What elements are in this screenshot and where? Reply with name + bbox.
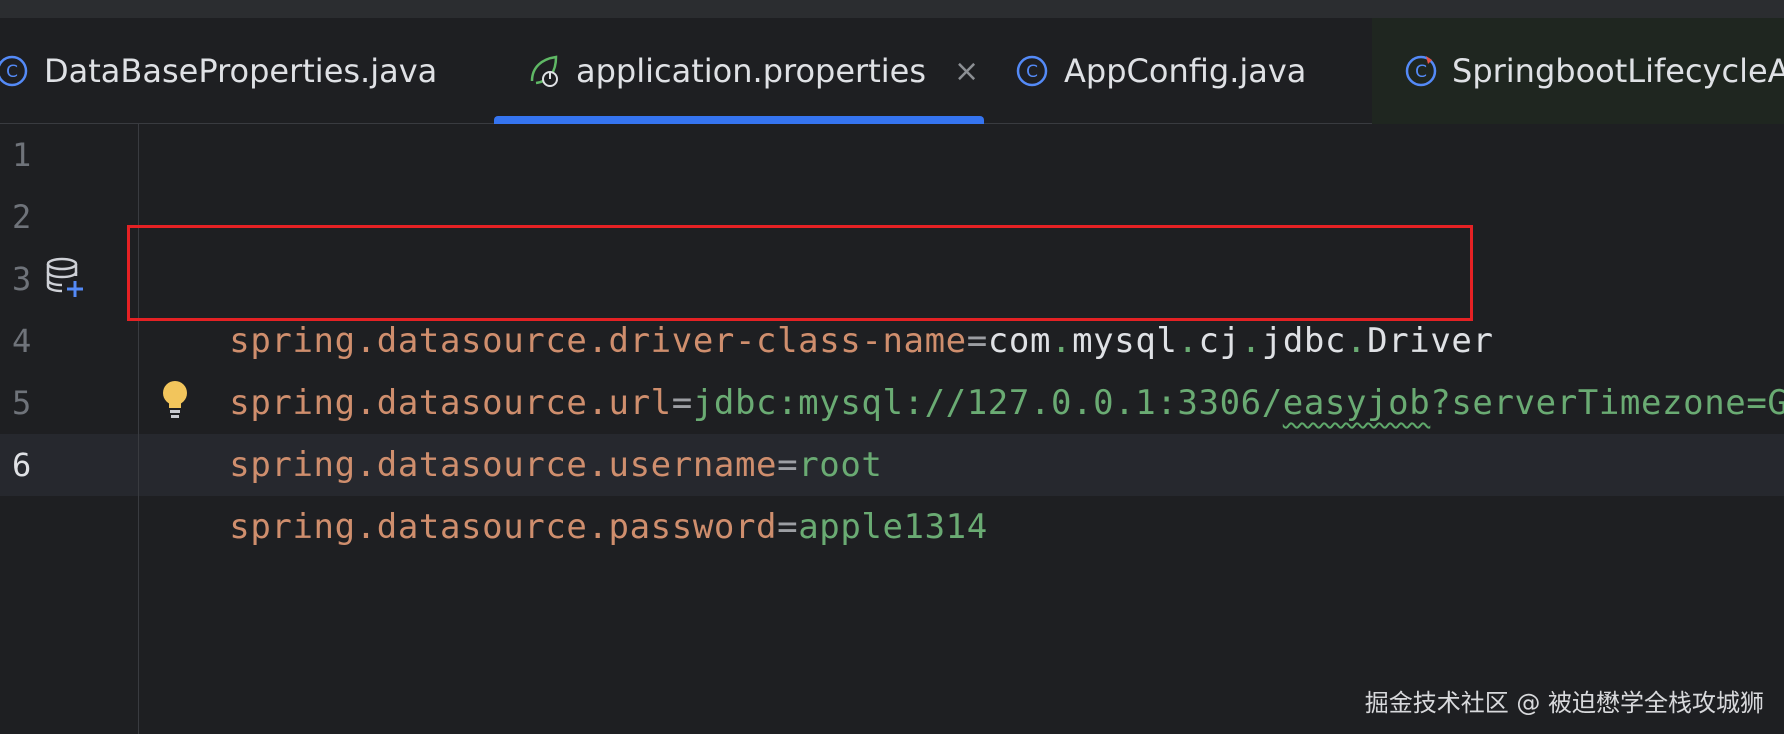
lightbulb-icon[interactable] xyxy=(160,380,190,420)
tab-appconfig[interactable]: C AppConfig.java xyxy=(1014,18,1306,124)
spring-boot-class-icon: C xyxy=(1404,53,1438,89)
java-class-icon: C xyxy=(1014,53,1050,89)
line-number: 1 xyxy=(12,136,32,174)
equals-sign: = xyxy=(777,507,799,547)
svg-text:C: C xyxy=(1415,62,1427,82)
value-part: ?serverTimezone=GMT xyxy=(1430,383,1784,423)
editor-tab-bar: C DataBaseProperties.java application.pr… xyxy=(0,18,1784,124)
svg-text:C: C xyxy=(6,62,18,82)
tab-label: application.properties xyxy=(576,52,926,90)
spring-properties-icon xyxy=(526,53,562,89)
database-icon[interactable] xyxy=(44,256,86,298)
code-line-6: spring.datasource.password=apple1314 xyxy=(145,434,988,620)
java-class-icon: C xyxy=(0,53,30,89)
tab-springbootlifecycle[interactable]: C SpringbootLifecycleAp xyxy=(1372,18,1784,124)
watermark: 掘金技术社区 @ 被迫懋学全栈攻城狮 xyxy=(1364,689,1764,717)
close-icon[interactable]: × xyxy=(954,54,979,89)
property-key: spring.datasource.password xyxy=(229,507,778,547)
annotation-highlight-box xyxy=(127,225,1473,321)
value-part: apple1314 xyxy=(798,507,988,547)
spellcheck-warning[interactable]: easyjob xyxy=(1283,383,1431,423)
svg-text:C: C xyxy=(1026,62,1038,82)
tab-databaseproperties[interactable]: C DataBaseProperties.java xyxy=(0,18,437,124)
gutter-divider xyxy=(138,124,139,734)
active-tab-indicator xyxy=(494,116,984,124)
tab-label: SpringbootLifecycleAp xyxy=(1452,52,1784,90)
tab-label: AppConfig.java xyxy=(1064,52,1307,90)
line-number: 4 xyxy=(12,322,32,360)
code-editor[interactable]: 1 2 3 4 5 6 spring.datasource.driver-cla… xyxy=(0,124,1784,734)
line-number: 6 xyxy=(12,446,32,484)
line-number: 5 xyxy=(12,384,32,422)
tab-label: DataBaseProperties.java xyxy=(44,52,438,90)
tab-application-properties[interactable]: application.properties × xyxy=(494,18,984,124)
window-top-strip xyxy=(0,0,1784,18)
line-number: 2 xyxy=(12,198,32,236)
